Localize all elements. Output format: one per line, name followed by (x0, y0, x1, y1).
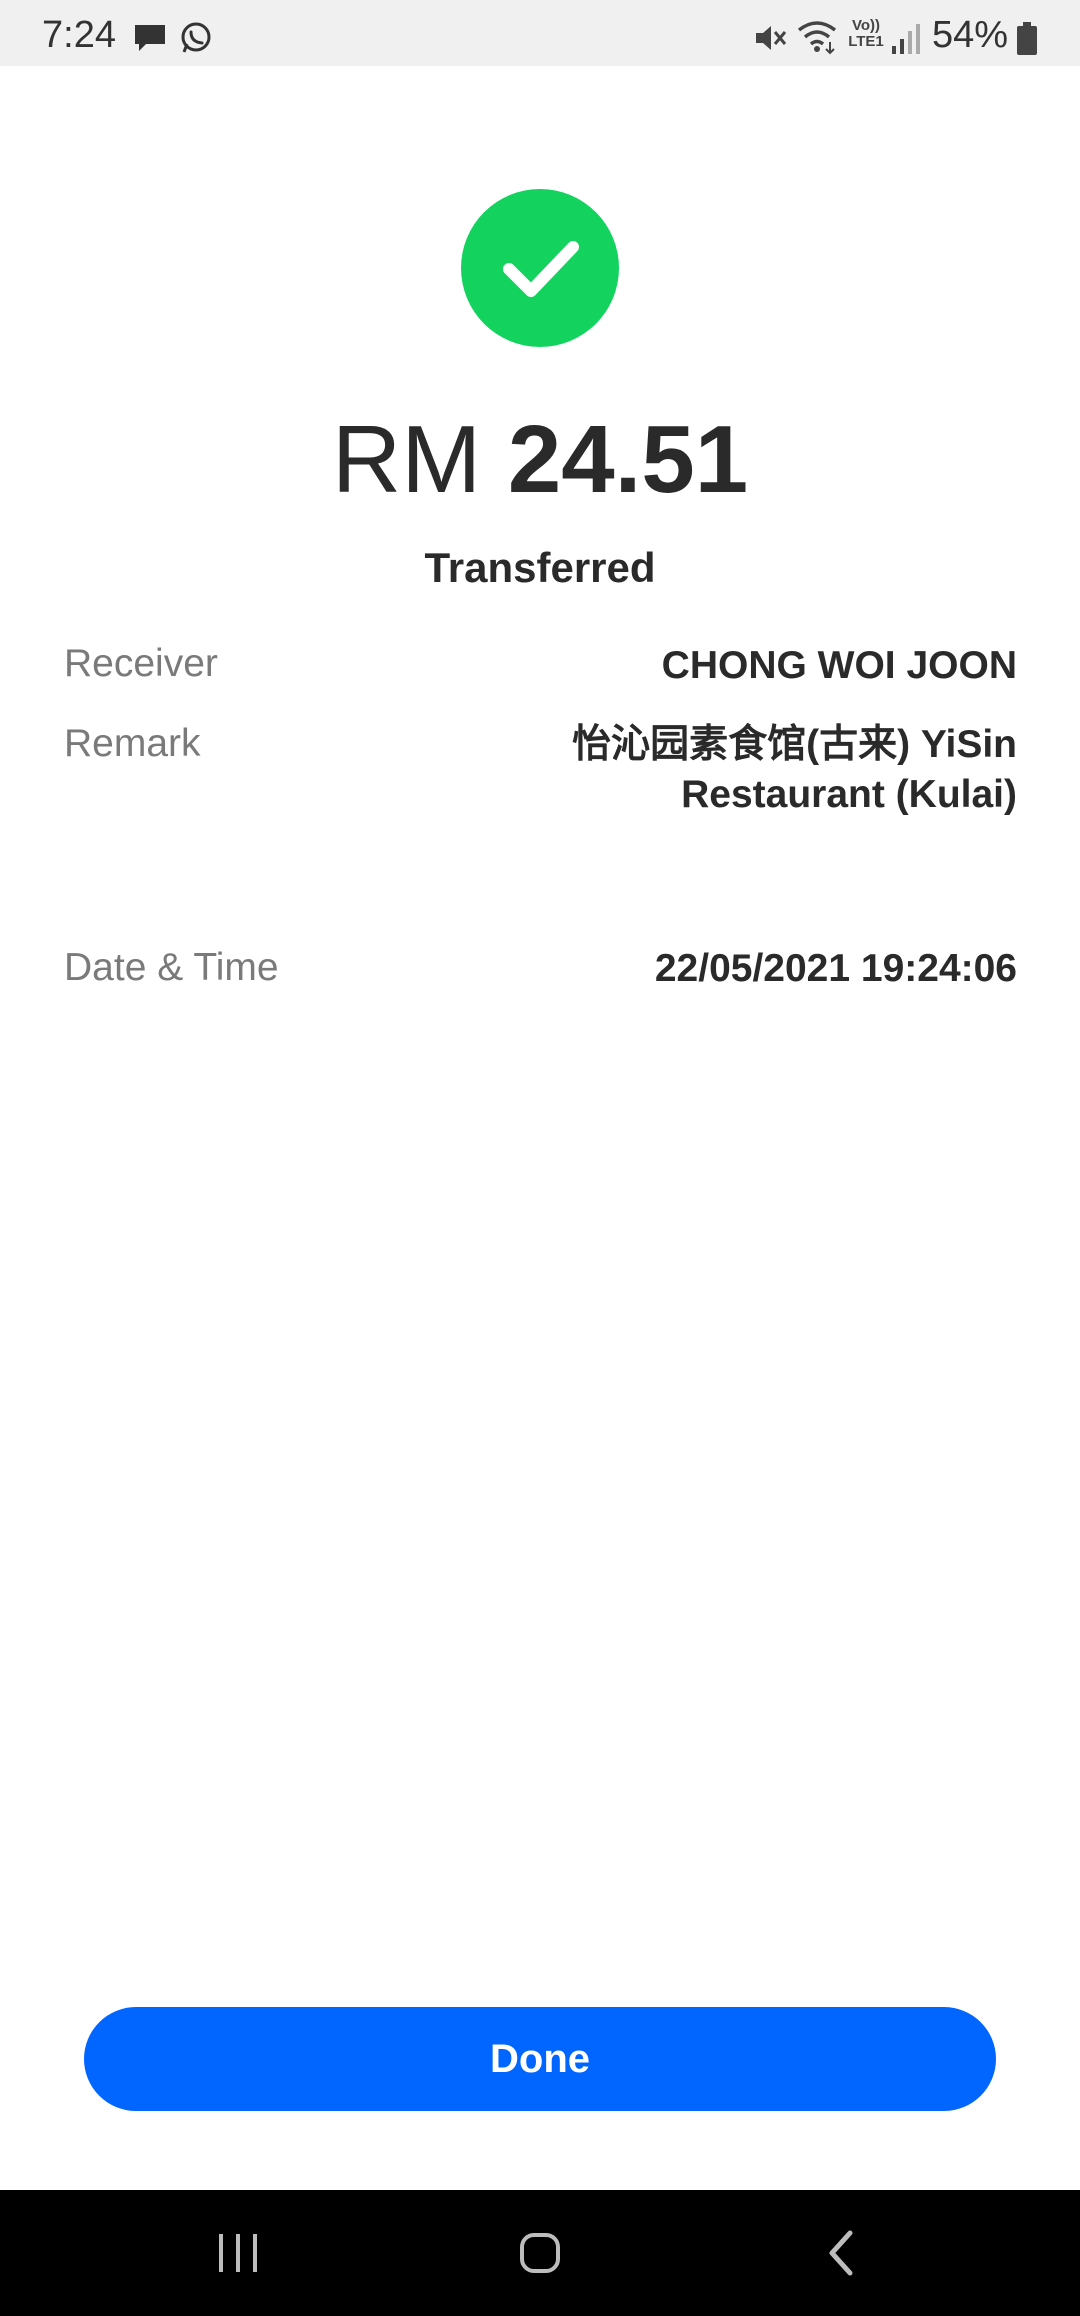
success-check-icon (461, 189, 619, 347)
status-time: 7:24 (42, 14, 116, 56)
transfer-amount: RM 24.51 (0, 400, 1080, 520)
back-icon[interactable] (812, 2223, 872, 2283)
navigation-bar (0, 2190, 1080, 2316)
status-bar: 7:24 Vo)) LTE1 54% (0, 0, 1080, 66)
whatsapp-icon (181, 22, 211, 53)
datetime-value: 22/05/2021 19:24:06 (654, 947, 1017, 990)
remark-label: Remark (64, 722, 201, 765)
message-icon (135, 25, 165, 51)
signal-icon (892, 24, 920, 54)
currency-label: RM (331, 406, 482, 513)
transfer-receipt-screen: 7:24 Vo)) LTE1 54% RM 24.51 Transferred … (0, 0, 1080, 2316)
datetime-label: Date & Time (64, 946, 279, 989)
transfer-status: Transferred (424, 544, 656, 591)
mute-icon (756, 26, 787, 50)
volte-icon: Vo)) LTE1 (848, 17, 884, 50)
battery-percentage: 54% (932, 14, 1009, 56)
remark-value: 怡沁园素食馆(古来) YiSin Restaurant (Kulai) (572, 723, 1017, 816)
done-button[interactable]: Done (84, 2007, 996, 2111)
home-icon[interactable] (510, 2223, 570, 2283)
wifi-icon (797, 21, 837, 55)
battery-icon (1017, 22, 1037, 55)
recent-apps-icon[interactable] (208, 2223, 268, 2283)
amount-value: 24.51 (507, 406, 749, 513)
receiver-value: CHONG WOI JOON (661, 644, 1017, 687)
receiver-label: Receiver (64, 642, 218, 685)
